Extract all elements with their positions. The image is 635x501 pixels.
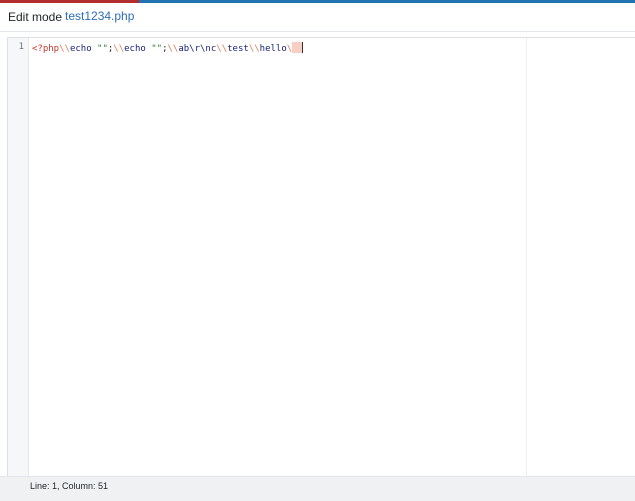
code-token: \\ [216,44,228,54]
code-token: echo [69,44,98,54]
code-token: <?php [32,44,60,54]
file-tab[interactable]: test1234.php [65,9,134,23]
line-number-gutter: 1 [8,38,29,477]
print-margin-line [526,38,527,477]
code-token: test [227,44,249,54]
status-bar: Line: 1, Column: 51 [0,476,635,501]
code-text-area[interactable]: <?php\\echo "";\\echo "";\\ab\r\nc\\test… [29,38,525,477]
code-token: \\ [248,44,260,54]
code-token: "" [97,44,108,54]
code-token: echo [124,44,152,54]
code-token: \\ [59,44,70,54]
code-token: \\ [167,44,179,54]
editor-header: Edit mode test1234.php [0,3,635,32]
code-token: hello [259,44,287,54]
code-token: \\ [113,44,125,54]
code-line[interactable]: <?php\\echo "";\\echo "";\\ab\r\nc\\test… [32,42,304,54]
code-token: "" [151,44,163,54]
text-cursor [292,42,304,53]
code-editor[interactable]: 1 <?php\\echo "";\\echo "";\\ab\r\nc\\te… [7,37,635,477]
code-token: ab\r\nc [178,44,217,54]
mode-label: Edit mode [8,10,63,24]
cursor-position-status: Line: 1, Column: 51 [30,481,109,491]
line-number: 1 [18,42,24,52]
